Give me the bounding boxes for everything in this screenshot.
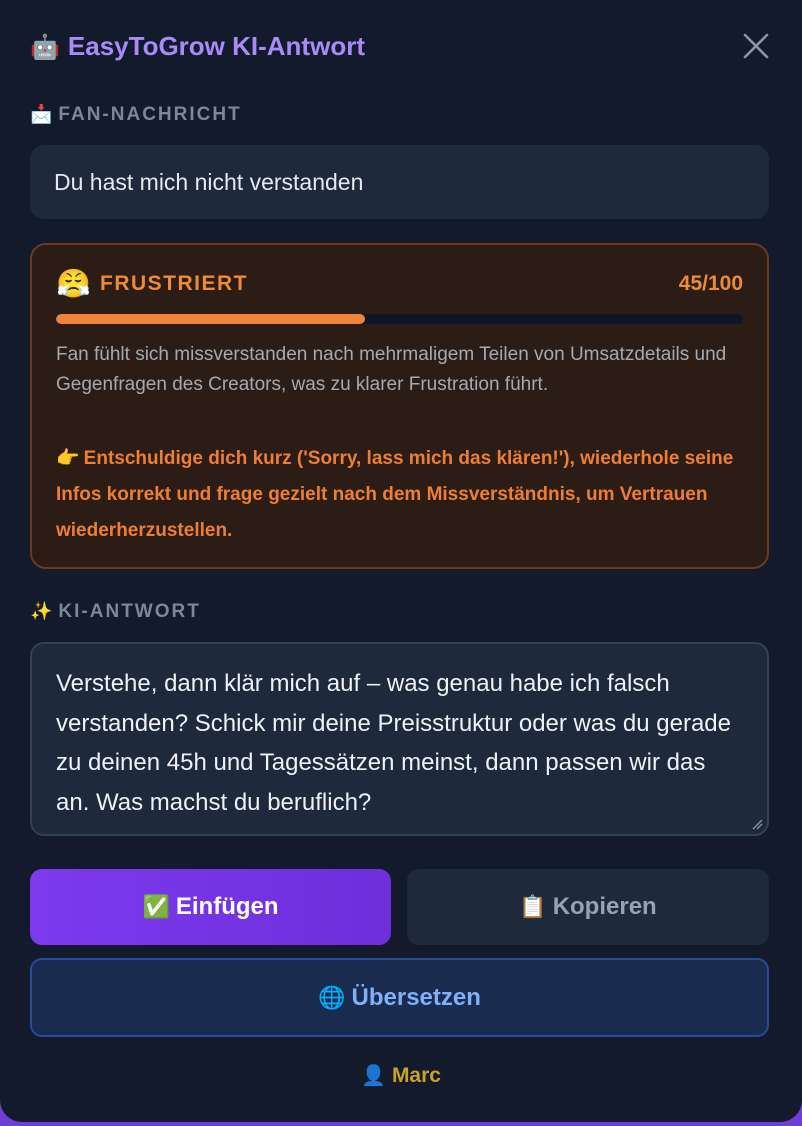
mood-tip-text: Entschuldige dich kurz ('Sorry, lass mic… bbox=[56, 448, 734, 541]
panel-header: 🤖 EasyToGrow KI-Antwort bbox=[30, 28, 772, 64]
mood-header: 😤 FRUSTRIERT 45/100 bbox=[56, 267, 743, 301]
mood-score-bar-fill bbox=[56, 314, 366, 324]
close-icon bbox=[743, 33, 769, 59]
resize-handle-icon[interactable] bbox=[751, 818, 763, 830]
inbox-icon: 📩 bbox=[30, 104, 53, 124]
reply-text: Verstehe, dann klär mich auf – was genau… bbox=[56, 670, 731, 816]
sparkles-icon: ✨ bbox=[30, 601, 53, 621]
fan-message-box: Du hast mich nicht verstanden bbox=[30, 145, 769, 219]
frustrated-face-icon: 😤 bbox=[56, 268, 91, 299]
insert-button[interactable]: ✅ Einfügen bbox=[30, 869, 391, 945]
globe-icon: 🌐 bbox=[318, 985, 346, 1010]
translate-button-label: Übersetzen bbox=[351, 984, 481, 1011]
mood-description: Fan fühlt sich missverstanden nach mehrm… bbox=[56, 344, 727, 395]
reply-label-text: KI-ANTWORT bbox=[58, 601, 201, 622]
copy-button-label: Kopieren bbox=[552, 893, 657, 920]
fan-message-label: 📩 FAN-NACHRICHT bbox=[30, 102, 242, 127]
mood-name: FRUSTRIERT bbox=[100, 272, 248, 295]
robot-icon: 🤖 bbox=[30, 34, 60, 61]
check-mark-icon: ✅ bbox=[142, 894, 170, 919]
fan-message-label-text: FAN-NACHRICHT bbox=[58, 104, 242, 125]
mood-tip: 👉 Entschuldige dich kurz ('Sorry, lass mi… bbox=[56, 441, 747, 549]
copy-button[interactable]: 📋 Kopieren bbox=[407, 869, 769, 945]
panel-title-text: EasyToGrow KI-Antwort bbox=[67, 31, 365, 61]
user-indicator: 👤 Marc bbox=[0, 1062, 802, 1090]
ki-answer-panel: 🤖 EasyToGrow KI-Antwort 📩 FAN-NACHRICHT Du… bbox=[0, 0, 802, 1122]
translate-button[interactable]: 🌐 Übersetzen bbox=[30, 958, 769, 1037]
panel-title: 🤖 EasyToGrow KI-Antwort bbox=[30, 28, 365, 66]
close-button[interactable] bbox=[740, 30, 772, 62]
mood-card: 😤 FRUSTRIERT 45/100 Fan fühlt sich missv… bbox=[30, 243, 769, 569]
mood-score: 45/100 bbox=[678, 272, 743, 295]
pointing-hand-icon: 👉 bbox=[56, 448, 80, 469]
user-icon: 👤 bbox=[361, 1065, 386, 1087]
user-name: Marc bbox=[391, 1064, 441, 1087]
clipboard-icon: 📋 bbox=[519, 894, 547, 919]
mood-score-bar bbox=[56, 314, 743, 324]
insert-button-label: Einfügen bbox=[175, 893, 279, 920]
reply-label: ✨ KI-ANTWORT bbox=[30, 599, 201, 624]
reply-textarea[interactable]: Verstehe, dann klär mich auf – was genau… bbox=[30, 642, 769, 836]
